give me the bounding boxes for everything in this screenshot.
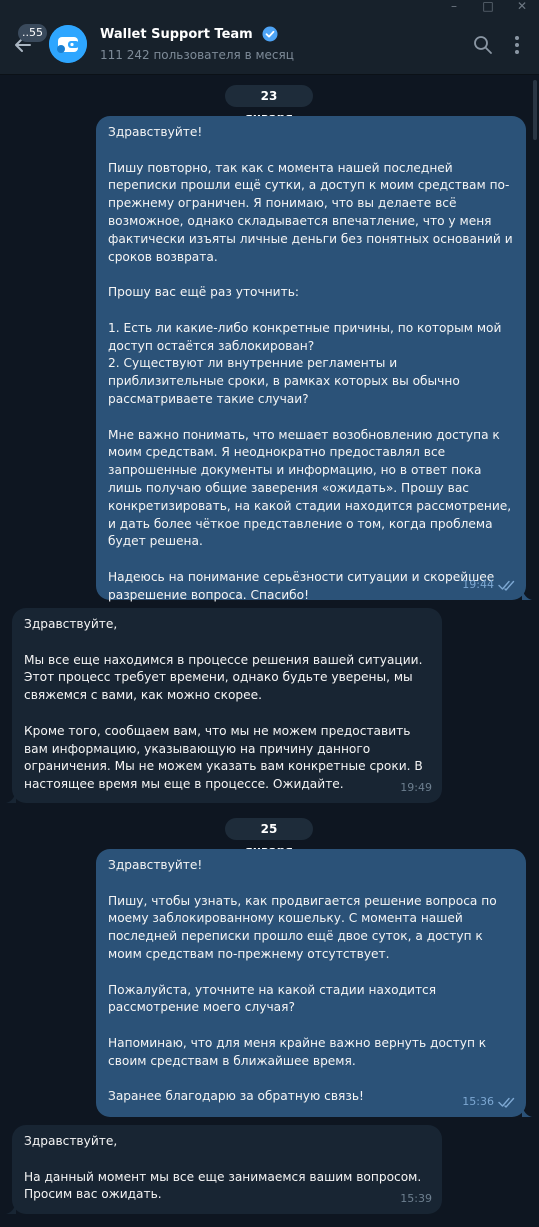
message-time: 15:36 — [462, 1095, 494, 1109]
message-text: Здравствуйте, На данный момент мы все ещ… — [24, 1134, 422, 1202]
more-options-icon[interactable] — [506, 34, 528, 56]
chat-subtitle: 111 242 пользователя в месяц — [100, 48, 294, 62]
chat-title[interactable]: Wallet Support Team — [100, 27, 253, 42]
message-bubble-incoming[interactable]: Здравствуйте, Мы все еще находимся в про… — [6, 608, 442, 803]
message-meta: 19:49 — [400, 779, 432, 797]
close-window-icon[interactable]: ✕ — [512, 0, 532, 14]
chat-header: ..55 Wallet Support Team 111 242 пользов… — [0, 14, 539, 75]
maximize-window-icon[interactable]: □ — [478, 0, 498, 14]
message-time: 15:39 — [400, 1192, 432, 1206]
message-text: Здравствуйте! Пишу, чтобы узнать, как пр… — [108, 858, 497, 1104]
message-bubble-outgoing[interactable]: Здравствуйте! Пишу повторно, так как с м… — [96, 116, 532, 602]
message-bubble-incoming[interactable]: Здравствуйте, На данный момент мы все ещ… — [6, 1125, 442, 1214]
message-text: Здравствуйте, Мы все еще находимся в про… — [24, 617, 423, 792]
message-time: 19:44 — [462, 578, 494, 592]
bubble-tail — [522, 588, 532, 600]
avatar[interactable] — [49, 25, 87, 63]
date-separator: 25 января — [225, 818, 313, 858]
wallet-logo-icon — [49, 25, 87, 63]
window-titlebar: – □ ✕ — [0, 0, 539, 14]
message-bubble-outgoing[interactable]: Здравствуйте! Пишу, чтобы узнать, как пр… — [96, 849, 532, 1117]
message-meta: 15:36 — [462, 1093, 516, 1111]
message-meta: 19:44 — [462, 576, 516, 594]
double-check-icon — [498, 1097, 515, 1108]
scrollbar[interactable] — [533, 80, 537, 140]
search-icon[interactable] — [472, 34, 494, 56]
message-meta: 15:39 — [400, 1190, 432, 1208]
verified-icon — [262, 26, 278, 42]
bubble-tail — [522, 1105, 532, 1117]
message-time: 19:49 — [400, 781, 432, 795]
minimize-window-icon[interactable]: – — [444, 0, 464, 14]
bubble-tail — [6, 791, 16, 803]
bubble-tail — [6, 1202, 16, 1214]
message-text: Здравствуйте! Пишу повторно, так как с м… — [108, 125, 513, 602]
unread-count-badge: ..55 — [18, 24, 47, 42]
date-separator: 23 января — [225, 85, 313, 125]
double-check-icon — [498, 580, 515, 591]
